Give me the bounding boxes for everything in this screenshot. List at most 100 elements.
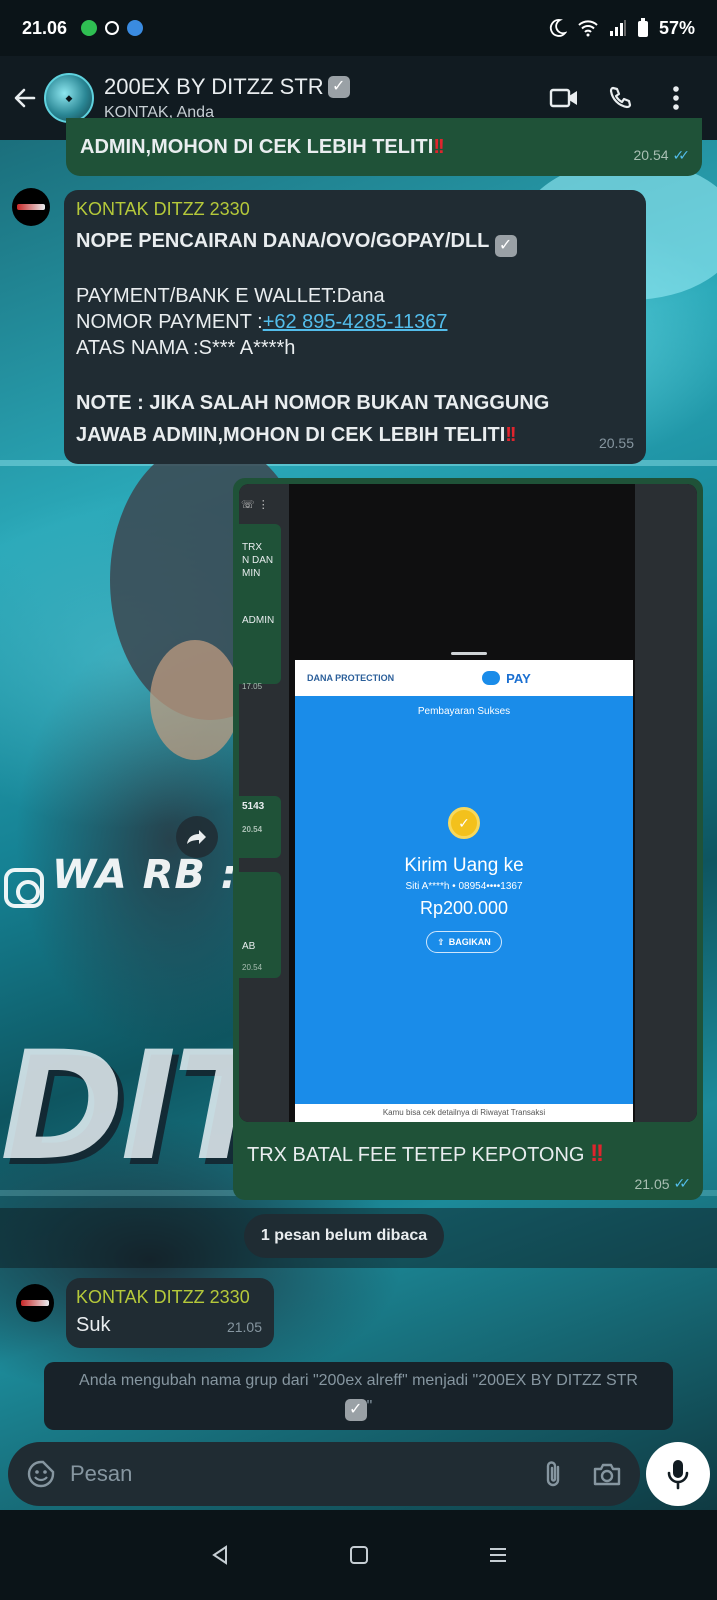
dana-share-label: BAGIKAN (448, 937, 491, 947)
group-avatar[interactable]: ◆ (44, 73, 94, 123)
system-message-tail: " (366, 1398, 373, 1415)
image-caption: TRX BATAL FEE TETEP KEPOTONG !! (247, 1140, 604, 1168)
sender-name[interactable]: KONTAK DITZZ 2330 (76, 196, 250, 222)
input-actions (542, 1459, 622, 1489)
message-text: Suk (76, 1314, 111, 1336)
emoji-sticker-icon[interactable] (26, 1459, 56, 1489)
mini-bubble: TRX N DAN MIN ADMIN 17.05 (239, 524, 281, 691)
message-meta: 20.55 (599, 430, 634, 456)
message-bubble-outgoing[interactable]: ADMIN,MOHON DI CEK LEBIH TELITI!! 20.54 … (66, 118, 702, 176)
unread-messages-pill: 1 pesan belum dibaca (244, 1214, 444, 1258)
message-time: 20.54 (633, 147, 669, 163)
message-bubble-incoming[interactable]: KONTAK DITZZ 2330 NOPE PENCAIRAN DANA/OV… (64, 190, 646, 464)
dana-pay: PAY (482, 671, 531, 686)
appbar-actions (547, 81, 717, 115)
sender-avatar[interactable] (12, 188, 50, 226)
battery-percent: 57% (658, 17, 695, 38)
mini-text: TRX N DAN MIN (242, 542, 274, 579)
sender-avatar[interactable] (16, 1284, 54, 1322)
attach-icon[interactable] (542, 1459, 564, 1489)
status-right: 57% (547, 18, 695, 39)
signal-icon (609, 20, 626, 36)
dana-footer: Kamu bisa cek detailnya di Riwayat Trans… (295, 1104, 633, 1122)
voice-message-button[interactable] (646, 1442, 710, 1506)
system-nav-bar (0, 1510, 717, 1600)
screenshot-chat-strip: ☏ ⋮ TRX N DAN MIN ADMIN 17.05 5143 20.54… (239, 484, 289, 1122)
message-bubble-incoming[interactable]: KONTAK DITZZ 2330 Suk 21.05 (66, 1278, 274, 1348)
message-line: NOPE PENCAIRAN DANA/OVO/GOPAY/DLL ✓ (76, 228, 636, 257)
settings-icon (105, 21, 120, 35)
dana-title: Kirim Uang ke (404, 855, 524, 876)
mini-time: 17.05 (242, 682, 263, 691)
image-caption-text: TRX BATAL FEE TETEP KEPOTONG (247, 1144, 585, 1166)
chat-info[interactable]: 200EX BY DITZZ STR ✓ KONTAK, Anda (104, 74, 350, 122)
mini-text: ADMIN (242, 615, 275, 626)
more-options-button[interactable] (659, 81, 693, 115)
wallpaper-text: WA RB : 08 (52, 852, 236, 898)
sender-name[interactable]: KONTAK DITZZ 2330 (76, 1284, 250, 1310)
phone-number-link[interactable]: +62 895-4285-11367 (263, 311, 448, 333)
message-line: ATAS NAMA :S*** A****h (76, 337, 296, 359)
notification-app-icon (127, 20, 144, 36)
battery-icon (637, 18, 648, 37)
dana-amount: Rp200.000 (419, 898, 509, 918)
message-input[interactable]: Pesan (70, 1461, 132, 1487)
dana-pay-icon (482, 671, 501, 685)
message-input-bar: Pesan (8, 1442, 640, 1506)
status-time: 21.06 (22, 17, 68, 38)
chat-title-text: 200EX BY DITZZ STR (104, 74, 324, 99)
mini-bubble: 5143 20.54 (239, 796, 281, 858)
video-call-button[interactable] (547, 81, 581, 115)
camera-icon[interactable] (592, 1461, 622, 1487)
double-exclamation-icon: !! (590, 1140, 604, 1167)
double-exclamation-icon: !! (433, 136, 444, 158)
dana-status: Pembayaran Sukses (417, 706, 511, 717)
share-icon: ⇪ (437, 936, 445, 947)
dana-receipt: DANA PROTECTION PAY Pembayaran Sukses ✓ … (295, 660, 633, 1122)
nav-home-icon[interactable] (349, 1545, 369, 1565)
status-notifications (81, 20, 144, 36)
nav-back-icon[interactable] (210, 1544, 230, 1566)
forward-button[interactable] (176, 816, 218, 858)
message-time: 20.55 (598, 435, 634, 451)
read-receipt-icon: ✓✓ (673, 1175, 692, 1191)
back-button[interactable] (6, 78, 44, 118)
message-line: NOMOR PAYMENT :+62 895-4285-11367 (76, 309, 636, 335)
voice-call-button[interactable] (603, 81, 637, 115)
message-meta: 21.05 (227, 1314, 262, 1340)
check-mark-icon: ✓ (344, 1399, 367, 1421)
message-body: NOPE PENCAIRAN DANA/OVO/GOPAY/DLL ✓ PAYM… (76, 228, 636, 451)
wallpaper-figure (150, 640, 240, 760)
message-bubble-image[interactable]: ☏ ⋮ TRX N DAN MIN ADMIN 17.05 5143 20.54… (233, 478, 703, 1200)
message-text-content: ADMIN,MOHON DI CEK LEBIH TELITI (80, 136, 434, 158)
video-call-icon (549, 88, 577, 108)
check-mark-icon: ✓ (327, 76, 350, 98)
dana-share: ⇪ BAGIKAN (426, 931, 502, 953)
dana-pay-label: PAY (506, 670, 531, 686)
message-line: PAYMENT/BANK E WALLET:Dana (76, 285, 385, 307)
drag-handle (451, 652, 487, 655)
dana-brand: DANA PROTECTION (307, 673, 395, 683)
nav-recents-icon[interactable] (488, 1546, 508, 1564)
mini-phone-icon: ☏ ⋮ (241, 499, 269, 511)
mini-bubble: AB 20.54 (239, 872, 281, 978)
microphone-icon (667, 1460, 689, 1490)
message-meta: 20.54 ✓✓ (633, 142, 690, 168)
message-meta: 21.05 ✓✓ (634, 1175, 691, 1192)
phone-icon (609, 86, 632, 109)
message-line-text: NOMOR PAYMENT : (76, 311, 263, 333)
success-coin-icon: ✓ (448, 807, 480, 839)
mini-text: AB (242, 941, 256, 952)
mini-time: 20.54 (242, 825, 263, 834)
message-line-text: JAWAB ADMIN,MOHON DI CEK LEBIH TELITI (76, 424, 506, 446)
more-vert-icon (673, 86, 679, 110)
message-line-text: NOPE PENCAIRAN DANA/OVO/GOPAY/DLL (76, 230, 490, 252)
check-mark-icon: ✓ (494, 235, 517, 257)
mini-text: 5143 (242, 801, 265, 812)
dana-recipient: Siti A****h • 08954••••1367 (405, 881, 523, 892)
image-attachment[interactable]: ☏ ⋮ TRX N DAN MIN ADMIN 17.05 5143 20.54… (239, 484, 697, 1122)
message-text: ADMIN,MOHON DI CEK LEBIH TELITI!! (80, 134, 445, 160)
dana-header: DANA PROTECTION PAY (295, 660, 633, 696)
forward-icon (187, 830, 206, 844)
system-message-text: Anda mengubah nama grup dari "200ex alre… (79, 1372, 638, 1389)
